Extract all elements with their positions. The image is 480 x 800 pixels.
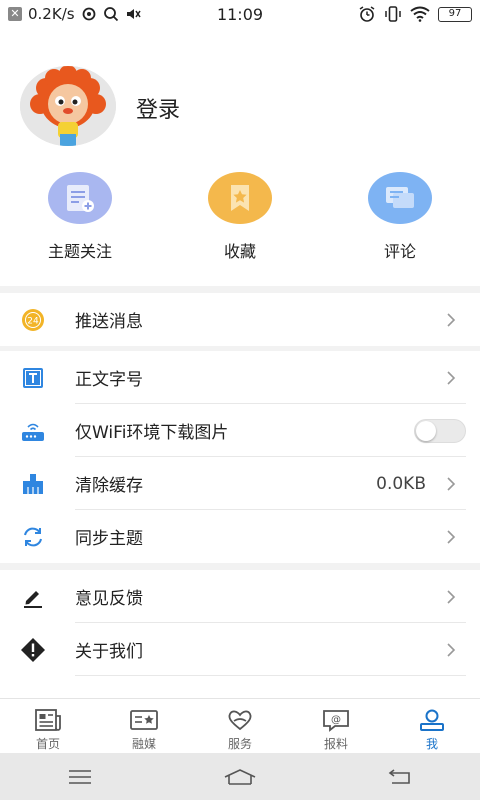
row-label: 仅WiFi环境下载图片 [75,423,229,443]
tab-home[interactable]: 首页 [0,699,96,753]
media-card-icon [129,707,159,733]
settings-group-about: 意见反馈 关于我们 [0,570,480,698]
chevron-right-icon [447,642,456,657]
back-nav-button[interactable] [380,762,420,792]
login-button[interactable]: 登录 [136,92,180,124]
tab-label: 服务 [227,737,252,751]
font-size-icon [20,365,46,391]
user-icon [417,707,447,733]
avatar[interactable] [20,66,116,146]
wifi-icon [410,6,430,22]
status-bar: ✕ 0.2K/s 11:09 97 [0,0,480,28]
tab-services[interactable]: 服务 [192,699,288,753]
system-nav-bar [0,753,480,800]
tab-label: 融媒 [131,737,156,751]
svg-text:@: @ [331,715,341,726]
row-clear-cache[interactable]: 清除缓存 0.0KB [0,457,480,510]
row-about-us[interactable]: 关于我们 [0,623,480,676]
chevron-right-icon [447,312,456,327]
row-font-size[interactable]: 正文字号 [0,351,480,404]
tab-media[interactable]: 融媒 [96,699,192,753]
wifi-only-toggle[interactable] [414,418,466,443]
chevron-right-icon [447,370,456,385]
topic-follow-icon [48,172,112,224]
row-label: 推送消息 [75,312,143,332]
tab-label: 首页 [35,737,60,751]
quick-action-favorite[interactable]: 收藏 [180,172,300,262]
quick-action-topic-follow[interactable]: 主题关注 [20,172,140,262]
row-label: 正文字号 [75,370,143,390]
row-feedback[interactable]: 意见反馈 [0,570,480,623]
net-speed: 0.2K/s [28,5,75,23]
mute-icon [126,9,141,19]
battery-level: 97 [448,7,462,19]
quick-action-label: 收藏 [223,242,256,261]
favorite-icon [208,172,272,224]
sync-icon [20,524,46,550]
home-icon [224,768,256,785]
menu-nav-button[interactable] [60,762,100,792]
close-notification-icon: ✕ [8,7,22,21]
settings-group-display: 正文字号 仅WiFi环境下载图片 清除缓存 0.0KB 同步主题 [0,351,480,563]
lion-mascot-icon [20,66,116,146]
tab-me[interactable]: 我 [384,699,480,753]
push-badge-icon: 24 [20,307,46,333]
cache-size-value: 0.0KB [376,473,426,494]
row-sync-topics[interactable]: 同步主题 [0,510,480,563]
status-right: 97 [358,5,472,23]
status-left: ✕ 0.2K/s [8,5,358,23]
chevron-right-icon [447,476,456,491]
bottom-tab-bar: 首页 融媒 服务 @ 报料 我 [0,698,480,753]
divider [75,675,466,676]
battery-icon: 97 [438,6,472,22]
back-icon [388,768,410,784]
router-icon [20,418,46,444]
settings-group-push: 24 推送消息 [0,293,480,346]
tab-report[interactable]: @ 报料 [288,699,384,753]
alarm-icon [359,6,375,22]
push-badge-count: 24 [27,316,39,326]
row-label: 意见反馈 [75,589,143,609]
chevron-right-icon [447,529,456,544]
quick-action-label: 评论 [383,242,416,261]
tab-label: 报料 [323,737,348,751]
row-label: 关于我们 [75,642,143,662]
row-label: 清除缓存 [75,476,143,496]
broom-icon [20,471,46,497]
quick-action-label: 主题关注 [47,242,112,261]
info-diamond-icon [20,637,46,663]
vibrate-icon [385,6,401,22]
quick-action-comment[interactable]: 评论 [340,172,460,262]
row-wifi-images: 仅WiFi环境下载图片 [0,404,480,457]
menu-icon [69,769,91,784]
search-status-icon [103,7,118,22]
newspaper-icon [33,707,63,733]
report-chat-icon: @ [321,707,351,733]
comment-icon [368,172,432,224]
chevron-right-icon [447,589,456,604]
row-label: 同步主题 [75,529,143,549]
heart-hands-icon [225,707,255,733]
edit-pen-icon [20,584,46,610]
profile-section: 登录 主题关注 收藏 评论 [0,28,480,286]
toggle-knob [416,420,436,441]
tab-label: 我 [425,737,438,751]
home-nav-button[interactable] [220,762,260,792]
row-push-messages[interactable]: 24 推送消息 [0,293,480,346]
sync-status-icon [82,7,95,21]
